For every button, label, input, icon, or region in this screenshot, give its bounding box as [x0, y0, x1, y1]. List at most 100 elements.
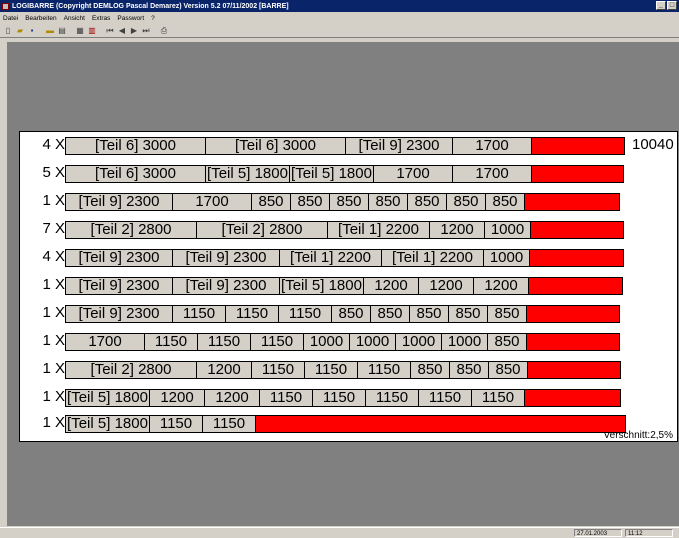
cut-piece[interactable]: 1150 — [312, 389, 366, 407]
cut-piece[interactable]: 1700 — [452, 165, 532, 183]
cut-piece[interactable]: 1150 — [471, 389, 525, 407]
cut-piece[interactable]: 1200 — [149, 389, 205, 407]
cut-piece[interactable]: 1000 — [483, 249, 530, 267]
menu-passwort[interactable]: Passwort — [117, 15, 144, 22]
cut-piece[interactable]: 1200 — [196, 361, 252, 379]
cut-piece[interactable]: 1700 — [65, 333, 145, 351]
cut-piece[interactable]: [Teil 1] 2200 — [279, 249, 382, 267]
cut-piece[interactable]: 850 — [448, 305, 488, 323]
stock-bar: [Teil 9] 2300 1150 1150 1150 850 850 850 850 850 — [65, 305, 629, 323]
cut-piece[interactable]: 1200 — [473, 277, 529, 295]
cut-piece[interactable]: 850 — [449, 361, 489, 379]
cut-piece[interactable]: [Teil 5] 1800 — [65, 389, 150, 407]
cut-piece[interactable]: [Teil 9] 2300 — [172, 277, 280, 295]
cut-piece[interactable]: [Teil 9] 2300 — [172, 249, 280, 267]
cut-piece[interactable]: 1150 — [149, 415, 203, 433]
prev-icon[interactable]: ◀ — [117, 26, 127, 36]
next-icon[interactable]: ▶ — [129, 26, 139, 36]
cut-piece[interactable]: 1150 — [250, 333, 304, 351]
minimize-button[interactable]: _ — [656, 1, 666, 10]
cut-piece[interactable]: 1200 — [204, 389, 260, 407]
menu-extras[interactable]: Extras — [92, 15, 110, 22]
stock-bar: [Teil 9] 2300 [Teil 9] 2300 [Teil 1] 2200[… — [65, 249, 629, 267]
cut-piece[interactable]: [Teil 2] 2800 — [65, 361, 197, 379]
save-icon[interactable]: ▪ — [27, 26, 37, 36]
report-icon[interactable]: ▥ — [87, 26, 97, 36]
new-icon[interactable]: ▯ — [3, 26, 13, 36]
cut-piece[interactable]: 850 — [368, 193, 408, 211]
printer-icon[interactable]: ⎙ — [159, 26, 169, 36]
last-icon[interactable]: ⏭ — [141, 26, 151, 36]
cut-piece[interactable]: [Teil 5] 1800 — [205, 165, 290, 183]
cut-piece[interactable]: 850 — [329, 193, 369, 211]
cut-piece[interactable]: 1150 — [357, 361, 411, 379]
cut-piece[interactable]: 850 — [446, 193, 486, 211]
cut-piece[interactable]: [Teil 9] 2300 — [65, 277, 173, 295]
cut-piece[interactable]: 1200 — [418, 277, 474, 295]
cut-piece[interactable]: 1150 — [144, 333, 198, 351]
cut-piece[interactable]: [Teil 1] 2200 — [327, 221, 430, 239]
cut-piece[interactable]: [Teil 9] 2300 — [65, 193, 173, 211]
cut-piece[interactable]: 1700 — [452, 137, 532, 155]
cut-piece[interactable]: 1150 — [278, 305, 332, 323]
cut-piece[interactable]: 850 — [409, 305, 449, 323]
open-icon[interactable]: ▰ — [15, 26, 25, 36]
cut-piece[interactable]: [Teil 5] 1800 — [279, 277, 364, 295]
cut-piece[interactable]: [Teil 6] 3000 — [65, 137, 206, 155]
cut-piece[interactable]: [Teil 9] 2300 — [65, 249, 173, 267]
cut-piece[interactable]: 850 — [488, 361, 528, 379]
cut-piece[interactable]: 1200 — [363, 277, 419, 295]
menu-ansicht[interactable]: Ansicht — [64, 15, 85, 22]
cut-piece[interactable]: [Teil 2] 2800 — [196, 221, 328, 239]
cut-piece[interactable]: 1150 — [365, 389, 419, 407]
calc-icon[interactable]: ▦ — [75, 26, 85, 36]
cut-piece[interactable]: 1150 — [259, 389, 313, 407]
cut-row: 7 X [Teil 2] 2800 [Teil 2] 2800 [Teil 1] 22… — [20, 219, 679, 239]
cut-piece[interactable]: [Teil 2] 2800 — [65, 221, 197, 239]
cut-piece[interactable]: 1000 — [303, 333, 350, 351]
cut-piece[interactable]: [Teil 9] 2300 — [65, 305, 173, 323]
cut-piece[interactable]: [Teil 1] 2200 — [381, 249, 484, 267]
cut-piece[interactable]: 1700 — [172, 193, 252, 211]
cut-piece[interactable]: [Teil 5] 1800 — [289, 165, 374, 183]
cut-piece[interactable]: 1150 — [304, 361, 358, 379]
cut-piece[interactable]: 850 — [370, 305, 410, 323]
cut-piece[interactable]: 1000 — [349, 333, 396, 351]
maximize-button[interactable]: □ — [667, 1, 677, 10]
cut-piece[interactable]: 1150 — [172, 305, 226, 323]
title-bar: LOGIBARRE (Copyright DEMLOG Pascal Demar… — [0, 0, 679, 12]
cut-piece[interactable]: 1000 — [441, 333, 488, 351]
cut-piece[interactable]: 850 — [331, 305, 371, 323]
cut-piece[interactable]: 1150 — [202, 415, 256, 433]
cut-piece[interactable]: 1150 — [251, 361, 305, 379]
cut-piece[interactable]: 1150 — [418, 389, 472, 407]
cut-piece[interactable]: 1000 — [484, 221, 531, 239]
stock-bar: [Teil 9] 2300 [Teil 9] 2300 [Teil 5] 1800 1… — [65, 277, 629, 295]
cut-piece[interactable]: 1200 — [429, 221, 485, 239]
cut-piece[interactable]: 1700 — [373, 165, 453, 183]
toolbar: ▯ ▰ ▪ ▬ ▤ ▦ ▥ ⏮ ◀ ▶ ⏭ ⎙ — [0, 24, 679, 38]
cut-piece[interactable]: 850 — [290, 193, 330, 211]
cut-piece[interactable]: [Teil 9] 2300 — [345, 137, 453, 155]
cut-row: 5 X [Teil 6] 3000 [Teil 5] 1800 [Teil 5] 18… — [20, 163, 679, 183]
stock-bar: [Teil 6] 3000 [Teil 6] 3000 [Teil 9] 2300 1… — [65, 137, 629, 155]
cut-row: 1 X 1700 1150 1150 1150 1000 1000 1000 1000 850 — [20, 331, 679, 351]
cut-piece[interactable]: [Teil 6] 3000 — [65, 165, 206, 183]
menu-bearbeiten[interactable]: Bearbeiten — [25, 15, 56, 22]
cut-piece[interactable]: 850 — [407, 193, 447, 211]
cut-piece[interactable]: 850 — [251, 193, 291, 211]
cut-piece[interactable]: [Teil 5] 1800 — [65, 415, 150, 433]
cut-piece[interactable]: 850 — [487, 333, 527, 351]
cut-piece[interactable]: 1000 — [395, 333, 442, 351]
cut-piece[interactable]: 850 — [487, 305, 527, 323]
menu-help[interactable]: ? — [151, 15, 155, 22]
cut-piece[interactable]: 1150 — [225, 305, 279, 323]
cut-piece[interactable]: [Teil 6] 3000 — [205, 137, 346, 155]
print-preview-icon[interactable]: ▤ — [57, 26, 67, 36]
cut-piece[interactable]: 850 — [485, 193, 525, 211]
minus-icon[interactable]: ▬ — [45, 26, 55, 36]
first-icon[interactable]: ⏮ — [105, 26, 115, 36]
cut-piece[interactable]: 1150 — [197, 333, 251, 351]
cut-piece[interactable]: 850 — [410, 361, 450, 379]
menu-datei[interactable]: Datei — [3, 15, 18, 22]
